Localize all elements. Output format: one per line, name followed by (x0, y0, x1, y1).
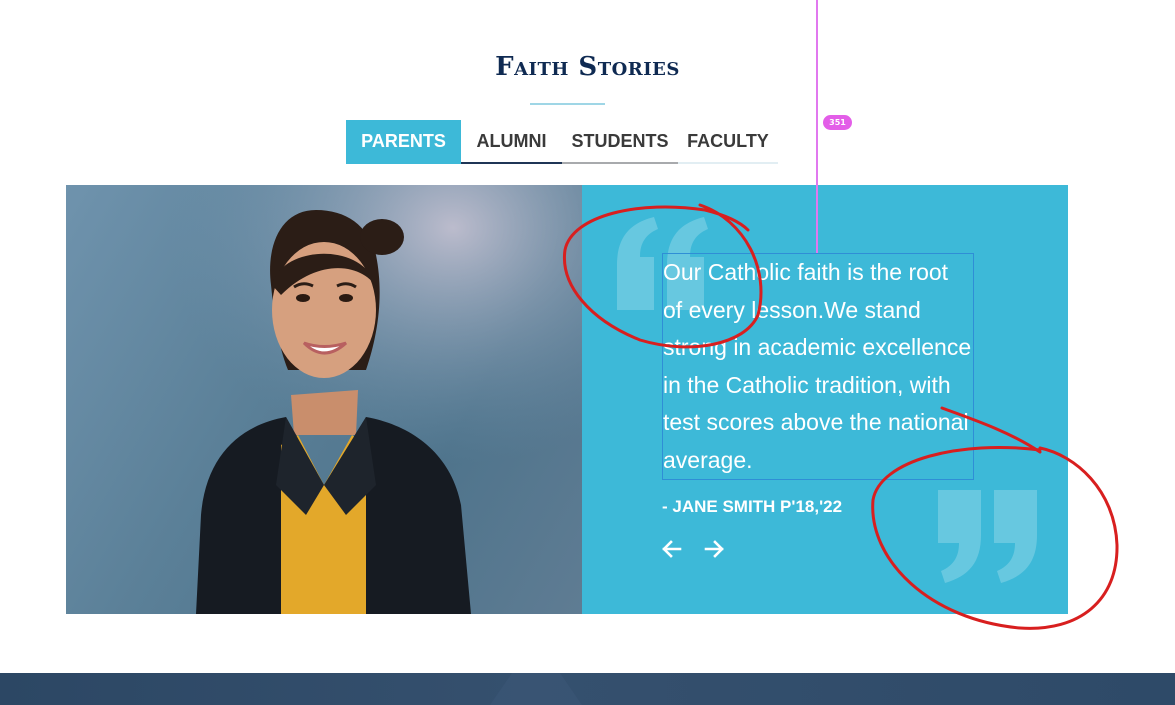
title-divider (530, 103, 605, 105)
footer-band (0, 673, 1175, 705)
testimonial-author: - JANE SMITH P'18,'22 (662, 497, 843, 516)
section-title: Faith Stories (495, 52, 680, 82)
tab-students[interactable]: STUDENTS (562, 120, 678, 164)
measure-guide-line (816, 0, 818, 253)
testimonial-panel: Our Catholic faith is the root of every … (582, 185, 1068, 614)
tab-alumni[interactable]: ALUMNI (461, 120, 562, 164)
testimonial-photo (66, 185, 582, 614)
close-quote-icon (938, 490, 1037, 583)
building-silhouette (490, 673, 582, 705)
testimonial-tabs: PARENTS ALUMNI STUDENTS FACULTY (346, 120, 778, 164)
woman-portrait (66, 185, 582, 614)
tab-faculty[interactable]: FACULTY (678, 120, 778, 164)
tab-parents[interactable]: PARENTS (346, 120, 461, 164)
arrow-right-icon[interactable] (702, 537, 726, 561)
testimonial-quote: Our Catholic faith is the root of every … (662, 253, 974, 480)
arrow-left-icon[interactable] (660, 537, 684, 561)
measure-guide-badge: 351 (823, 115, 852, 130)
